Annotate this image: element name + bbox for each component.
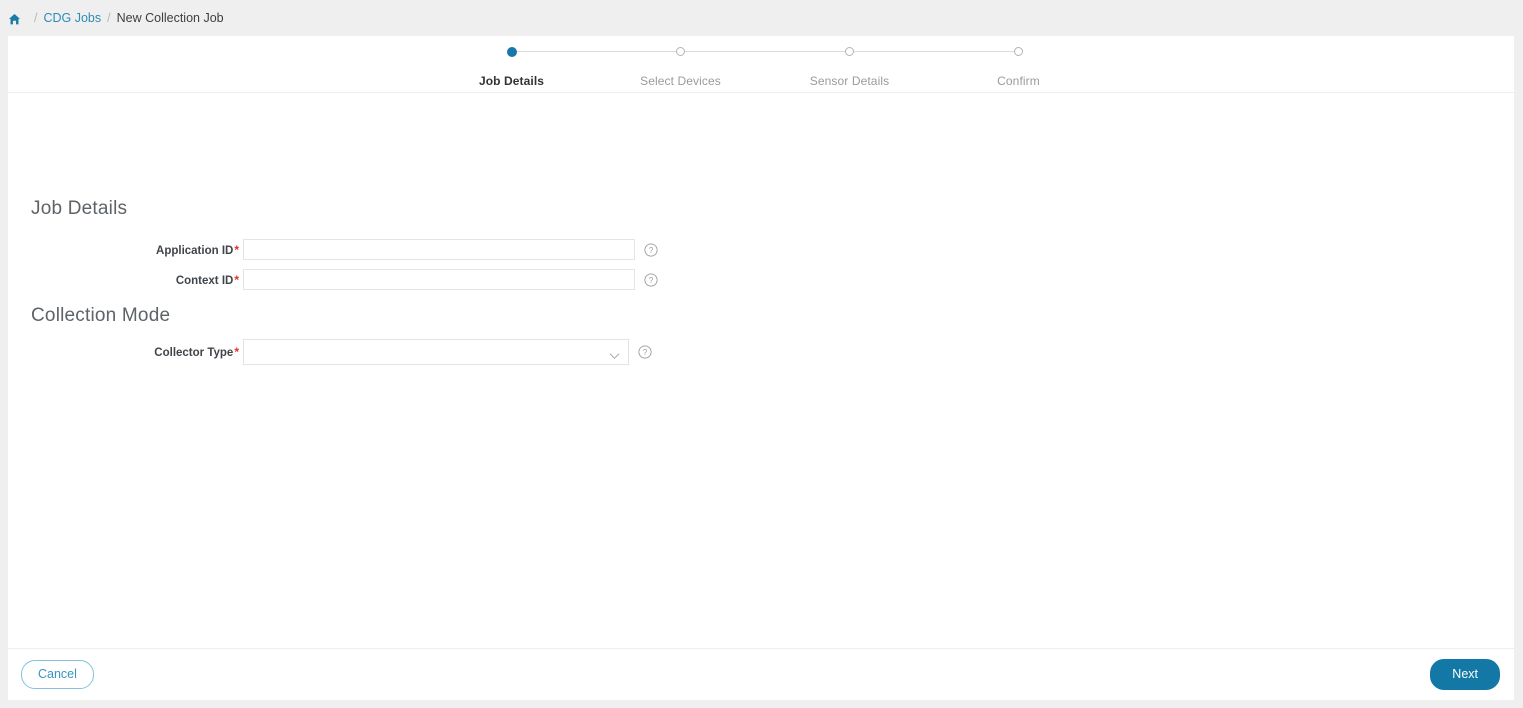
- field-row-application-id: Application ID* ?: [8, 239, 658, 260]
- step-indicator-dot: [845, 47, 854, 56]
- svg-text:?: ?: [649, 246, 654, 255]
- step-label: Job Details: [478, 74, 545, 88]
- step-select-devices[interactable]: Select Devices: [596, 47, 765, 88]
- step-label: Sensor Details: [809, 74, 890, 88]
- collector-type-select-wrapper: [243, 339, 629, 365]
- step-confirm[interactable]: Confirm: [934, 47, 1103, 88]
- step-sensor-details[interactable]: Sensor Details: [765, 47, 934, 88]
- step-indicator-dot: [676, 47, 685, 56]
- collector-type-select[interactable]: [243, 339, 629, 365]
- wizard-form-body: Job Details Application ID* ? Context ID…: [8, 93, 1514, 648]
- next-button[interactable]: Next: [1430, 658, 1500, 691]
- field-row-context-id: Context ID* ?: [8, 269, 658, 290]
- wizard-card: Job Details Select Devices Sensor Detail…: [8, 36, 1514, 700]
- section-title-collection-mode: Collection Mode: [31, 305, 171, 326]
- help-circle-icon-application-id[interactable]: ?: [644, 242, 658, 257]
- field-label-text: Context ID: [175, 274, 234, 287]
- breadcrumb-current-page: New Collection Job: [116, 11, 224, 25]
- step-indicator-dot: [506, 47, 517, 57]
- required-asterisk: *: [234, 242, 239, 257]
- required-asterisk: *: [234, 272, 239, 287]
- application-id-input[interactable]: [243, 239, 635, 260]
- breadcrumb-separator-1: /: [34, 11, 38, 25]
- field-label-application-id: Application ID*: [8, 243, 240, 257]
- step-job-details[interactable]: Job Details: [427, 47, 596, 88]
- svg-text:?: ?: [643, 348, 648, 357]
- step-label: Confirm: [997, 74, 1040, 88]
- breadcrumb: / CDG Jobs / New Collection Job: [0, 0, 1523, 36]
- wizard-stepper: Job Details Select Devices Sensor Detail…: [427, 47, 1103, 88]
- context-id-input[interactable]: [243, 269, 635, 290]
- cancel-button[interactable]: Cancel: [21, 659, 94, 690]
- svg-text:?: ?: [649, 276, 654, 285]
- home-icon[interactable]: [8, 13, 21, 26]
- step-label: Select Devices: [640, 74, 721, 88]
- step-connector-line: [511, 51, 596, 52]
- wizard-footer: Cancel Next: [8, 648, 1514, 700]
- field-label-context-id: Context ID*: [8, 273, 240, 287]
- field-label-collector-type: Collector Type*: [8, 345, 240, 359]
- wizard-stepper-container: Job Details Select Devices Sensor Detail…: [8, 36, 1514, 93]
- field-row-collector-type: Collector Type* ?: [8, 339, 652, 365]
- required-asterisk: *: [234, 345, 239, 359]
- section-title-job-details: Job Details: [31, 198, 128, 219]
- help-circle-icon-context-id[interactable]: ?: [644, 272, 658, 287]
- step-connector-line: [934, 51, 1019, 52]
- help-circle-icon-collector-type[interactable]: ?: [638, 345, 652, 359]
- breadcrumb-separator-2: /: [107, 11, 111, 25]
- breadcrumb-link-cdg-jobs[interactable]: CDG Jobs: [43, 11, 101, 25]
- step-indicator-dot: [1014, 47, 1023, 56]
- field-label-text: Collector Type: [154, 347, 234, 359]
- field-label-text: Application ID: [156, 244, 234, 257]
